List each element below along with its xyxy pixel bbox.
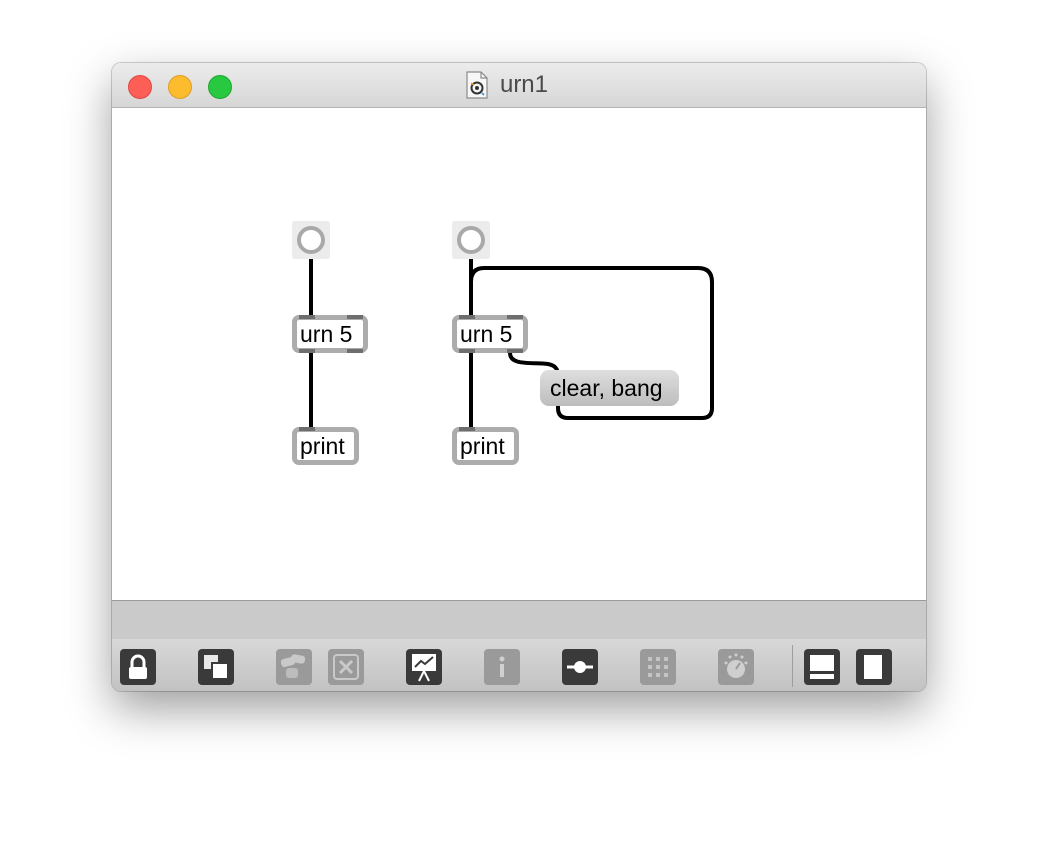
object-palette-button[interactable] — [276, 649, 312, 685]
side-panel-button[interactable] — [856, 649, 892, 685]
inlet-icon[interactable] — [459, 427, 475, 431]
title-group: urn1 — [112, 63, 926, 107]
easel-icon — [412, 654, 436, 682]
bottom-toolbar — [112, 639, 926, 691]
message-label: clear, bang — [550, 375, 663, 401]
clear-button[interactable] — [328, 649, 364, 685]
presentation-button[interactable] — [406, 649, 442, 685]
status-bar — [112, 600, 926, 640]
object-label: print — [460, 433, 505, 459]
outlet-icon[interactable] — [299, 349, 315, 353]
dial-icon — [724, 653, 748, 678]
inlet-icon[interactable] — [299, 427, 315, 431]
overlap-squares-icon — [204, 655, 229, 680]
info-icon — [499, 656, 505, 677]
outlet-icon[interactable] — [347, 349, 363, 353]
slider-button[interactable] — [562, 649, 598, 685]
inlet-icon[interactable] — [347, 315, 363, 319]
inlet-icon[interactable] — [459, 315, 475, 319]
patch-canvas[interactable]: urn 5 print urn 5 clear, bang print — [112, 108, 926, 600]
dial-button[interactable] — [718, 649, 754, 685]
outlet-icon[interactable] — [459, 349, 475, 353]
inlet-icon[interactable] — [299, 315, 315, 319]
urn-object[interactable]: urn 5 — [292, 315, 368, 353]
lock-icon — [129, 654, 147, 679]
presentation-mode-button[interactable] — [198, 649, 234, 685]
bottom-panel-button[interactable] — [804, 649, 840, 685]
bang-button[interactable] — [452, 221, 490, 259]
print-object[interactable]: print — [452, 427, 519, 465]
x-icon — [333, 654, 359, 680]
object-label: urn 5 — [460, 321, 513, 347]
urn-object[interactable]: urn 5 — [452, 315, 528, 353]
print-object[interactable]: print — [292, 427, 359, 465]
object-label: print — [300, 433, 345, 459]
slider-icon — [567, 661, 593, 673]
title-bar[interactable]: urn1 — [112, 63, 926, 108]
bang-button[interactable] — [292, 221, 330, 259]
message-box[interactable]: clear, bang — [540, 370, 679, 406]
lock-button[interactable] — [120, 649, 156, 685]
object-label: urn 5 — [300, 321, 353, 347]
object-palette-icon — [280, 654, 306, 678]
side-panel-icon — [864, 655, 882, 679]
grid-icon — [648, 657, 668, 677]
inlet-icon[interactable] — [507, 315, 523, 319]
patcher-window: urn1 urn 5 print urn 5 clear, bang print — [112, 63, 926, 691]
patch-cords — [309, 259, 714, 429]
grid-button[interactable] — [640, 649, 676, 685]
window-title: urn1 — [499, 71, 549, 98]
toolbar-divider — [792, 645, 793, 687]
bottom-panel-icon — [810, 655, 834, 679]
bang-circle-icon[interactable] — [297, 226, 325, 254]
inspector-button[interactable] — [484, 649, 520, 685]
outlet-icon[interactable] — [507, 349, 523, 353]
patcher-document-icon — [466, 71, 488, 99]
bang-circle-icon[interactable] — [457, 226, 485, 254]
